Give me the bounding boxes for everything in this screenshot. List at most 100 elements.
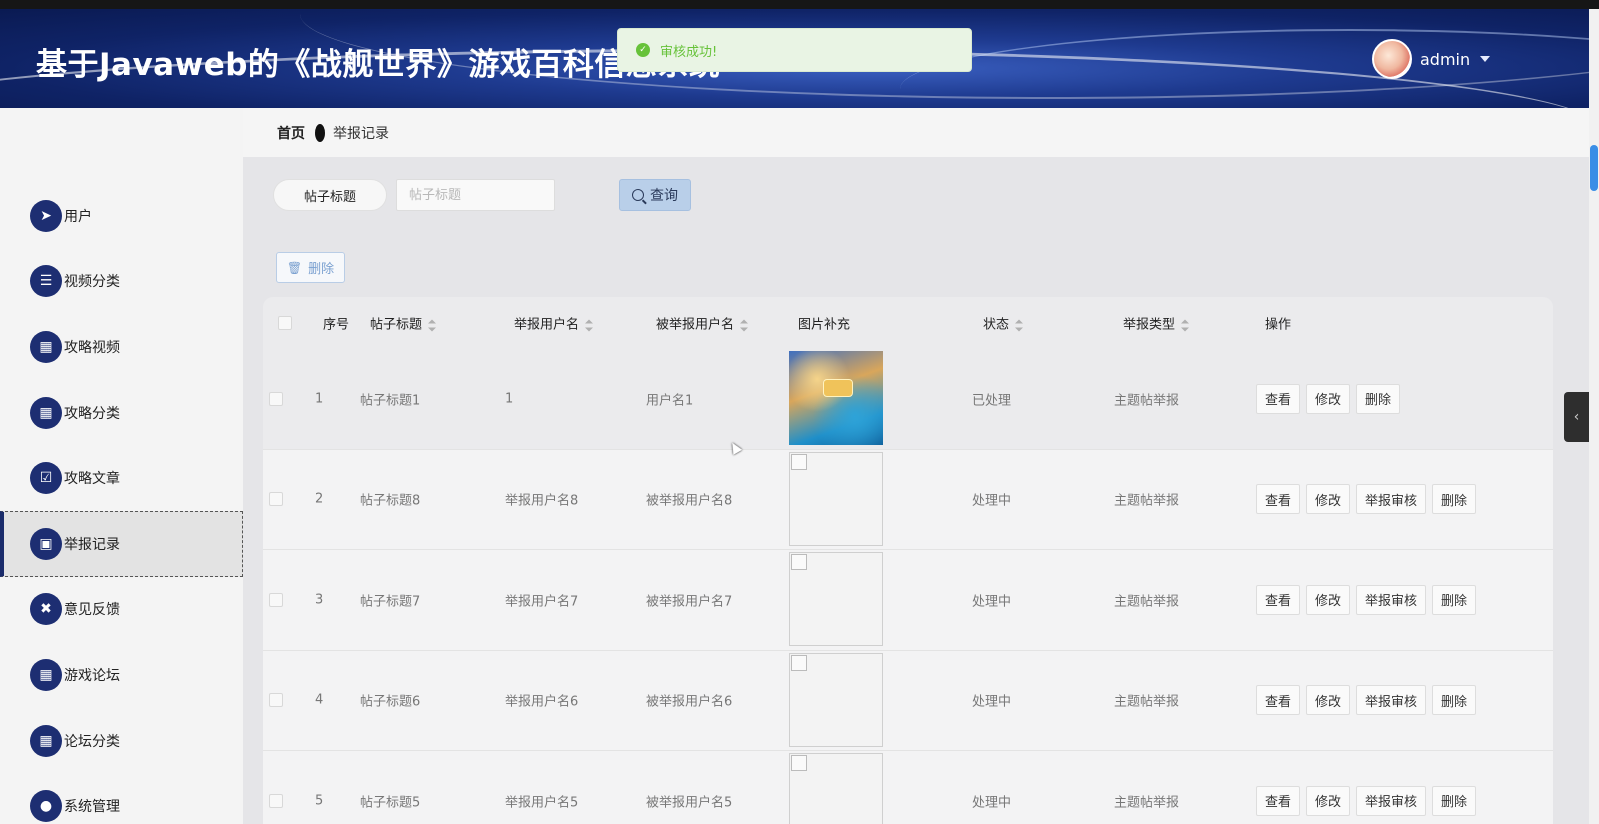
report-image[interactable]: [789, 451, 883, 546]
sidebar-item[interactable]: ▦ 攻略视频: [0, 314, 243, 380]
success-toast: ✓ 审核成功!: [617, 28, 972, 72]
breadcrumb-current: 举报记录: [333, 125, 389, 142]
edit-button[interactable]: 修改: [1306, 584, 1350, 615]
select-all-checkbox[interactable]: [278, 316, 292, 330]
edit-button[interactable]: 修改: [1306, 383, 1350, 414]
collapse-panel-tab[interactable]: ‹: [1564, 392, 1589, 442]
report-image[interactable]: [789, 652, 883, 747]
view-button[interactable]: 查看: [1256, 484, 1300, 515]
sidebar-item-label: 攻略视频: [64, 339, 120, 356]
sort-icon[interactable]: [1015, 319, 1024, 331]
edit-button[interactable]: 修改: [1306, 484, 1350, 515]
chevron-down-icon[interactable]: [1480, 56, 1491, 62]
search-input[interactable]: [396, 179, 555, 211]
table-body: 1 帖子标题1 1 用户名1 已处理 主题帖举报 查看 修改 删除 2 帖子标题8 举报用户名8 被举报…: [263, 349, 1553, 824]
page-scrollbar[interactable]: [1589, 9, 1599, 824]
sidebar-item[interactable]: ▣ 举报记录: [0, 510, 243, 577]
sidebar-item-label: 攻略分类: [64, 405, 120, 422]
scrollbar-thumb[interactable]: [1590, 145, 1598, 191]
cell-reporter: 举报用户名7: [505, 594, 579, 610]
cell-reporter: 1: [505, 391, 514, 407]
column-header-title-label: 帖子标题: [370, 317, 423, 333]
column-header-status[interactable]: 状态: [983, 314, 1024, 333]
row-checkbox[interactable]: [269, 793, 283, 808]
breadcrumb-separator-icon: [315, 123, 325, 142]
sidebar-item-label: 举报记录: [64, 536, 120, 553]
sidebar-item[interactable]: ➤ 用户: [0, 183, 243, 249]
cell-reporter: 举报用户名6: [505, 694, 579, 710]
column-header-type-label: 举报类型: [1123, 317, 1176, 333]
toast-message: 审核成功!: [660, 44, 718, 60]
sidebar-item-label: 论坛分类: [64, 733, 120, 750]
username[interactable]: admin: [1420, 50, 1470, 69]
sidebar-item[interactable]: ▦ 论坛分类: [0, 708, 243, 774]
sort-icon[interactable]: [428, 319, 437, 331]
column-header-type[interactable]: 举报类型: [1123, 314, 1190, 333]
report-image[interactable]: [789, 351, 883, 445]
row-checkbox[interactable]: [269, 492, 283, 507]
sidebar-item[interactable]: ☑ 攻略文章: [0, 445, 243, 511]
sidebar-item[interactable]: ▦ 游戏论坛: [0, 642, 243, 708]
batch-delete-button[interactable]: 🗑 删除: [276, 252, 345, 283]
delete-button[interactable]: 删除: [1432, 685, 1476, 716]
edit-button[interactable]: 修改: [1306, 685, 1350, 716]
sort-icon[interactable]: [585, 319, 594, 331]
cell-reporter: 举报用户名5: [505, 795, 579, 811]
sidebar-item[interactable]: ☰ 视频分类: [0, 249, 243, 315]
batch-delete-label: 删除: [308, 262, 335, 277]
search-icon: [632, 189, 644, 201]
review-button[interactable]: 举报审核: [1356, 685, 1426, 716]
table-header: 序号 帖子标题 举报用户名 被举报用户名 图片补充 状态 举报类型 操作: [263, 297, 1553, 349]
table-row: 3 帖子标题7 举报用户名7 被举报用户名7 处理中 主题帖举报 查看 修改 举报审核 删除: [263, 550, 1553, 651]
grid-icon: ▦: [30, 658, 62, 691]
breadcrumb: 首页 举报记录: [243, 108, 1589, 157]
delete-button[interactable]: 删除: [1432, 484, 1476, 515]
sidebar-item[interactable]: ▦ 攻略分类: [0, 380, 243, 446]
avatar[interactable]: [1372, 39, 1412, 79]
table-row: 5 帖子标题5 举报用户名5 被举报用户名5 处理中 主题帖举报 查看 修改 举报审核 删除: [263, 751, 1553, 824]
cell-reported: 被举报用户名7: [646, 594, 733, 610]
row-checkbox[interactable]: [269, 592, 283, 607]
row-checkbox[interactable]: [269, 693, 283, 708]
column-header-image: 图片补充: [798, 317, 851, 333]
sidebar-item-label: 意见反馈: [64, 602, 120, 619]
view-button[interactable]: 查看: [1256, 685, 1300, 716]
review-button[interactable]: 举报审核: [1356, 484, 1426, 515]
view-button[interactable]: 查看: [1256, 383, 1300, 414]
cell-title: 帖子标题7: [360, 594, 421, 610]
cell-status: 处理中: [972, 594, 1012, 610]
query-button[interactable]: 查询: [619, 179, 691, 211]
sort-icon[interactable]: [740, 319, 749, 331]
sort-icon[interactable]: [1181, 319, 1190, 331]
review-button[interactable]: 举报审核: [1356, 785, 1426, 816]
column-header-index: 序号: [323, 317, 350, 333]
edit-button[interactable]: 修改: [1306, 785, 1350, 816]
column-header-reported[interactable]: 被举报用户名: [656, 314, 749, 333]
cell-title: 帖子标题6: [360, 694, 421, 710]
check-circle-icon: ✓: [636, 43, 650, 57]
delete-button[interactable]: 删除: [1432, 785, 1476, 816]
view-button[interactable]: 查看: [1256, 584, 1300, 615]
sidebar-item[interactable]: ✖ 意见反馈: [0, 577, 243, 643]
sidebar-item[interactable]: ● 系统管理: [0, 773, 243, 824]
user-menu[interactable]: admin: [1372, 39, 1491, 79]
column-header-title[interactable]: 帖子标题: [370, 314, 437, 333]
sidebar-menu: ➤ 用户 ☰ 视频分类 ▦ 攻略视频 ▦ 攻略分类 ☑ 攻略文章 ▣ 举报记录 ✖ 意见反馈 ▦ 游戏论坛 ▦ 论…: [0, 183, 243, 824]
cell-type: 主题帖举报: [1114, 594, 1180, 610]
delete-button[interactable]: 删除: [1356, 383, 1400, 414]
review-button[interactable]: 举报审核: [1356, 584, 1426, 615]
cell-reported: 用户名1: [646, 393, 694, 409]
report-table: 序号 帖子标题 举报用户名 被举报用户名 图片补充 状态 举报类型 操作 1 帖子…: [263, 297, 1553, 824]
column-header-reporter[interactable]: 举报用户名: [514, 314, 594, 333]
cell-index: 4: [315, 692, 324, 708]
row-checkbox[interactable]: [269, 391, 283, 406]
delete-button[interactable]: 删除: [1432, 584, 1476, 615]
view-button[interactable]: 查看: [1256, 785, 1300, 816]
report-image[interactable]: [789, 552, 883, 646]
grid-icon: ▦: [30, 724, 62, 757]
report-image[interactable]: [789, 753, 883, 824]
sidebar-item-label: 攻略文章: [64, 471, 120, 488]
grid-icon: ▦: [30, 396, 62, 429]
main-content: 帖子标题 查询 🗑 删除 序号 帖子标题 举报用户名 被举报用户名 图片补充 状…: [243, 157, 1589, 824]
breadcrumb-home[interactable]: 首页: [277, 123, 305, 143]
